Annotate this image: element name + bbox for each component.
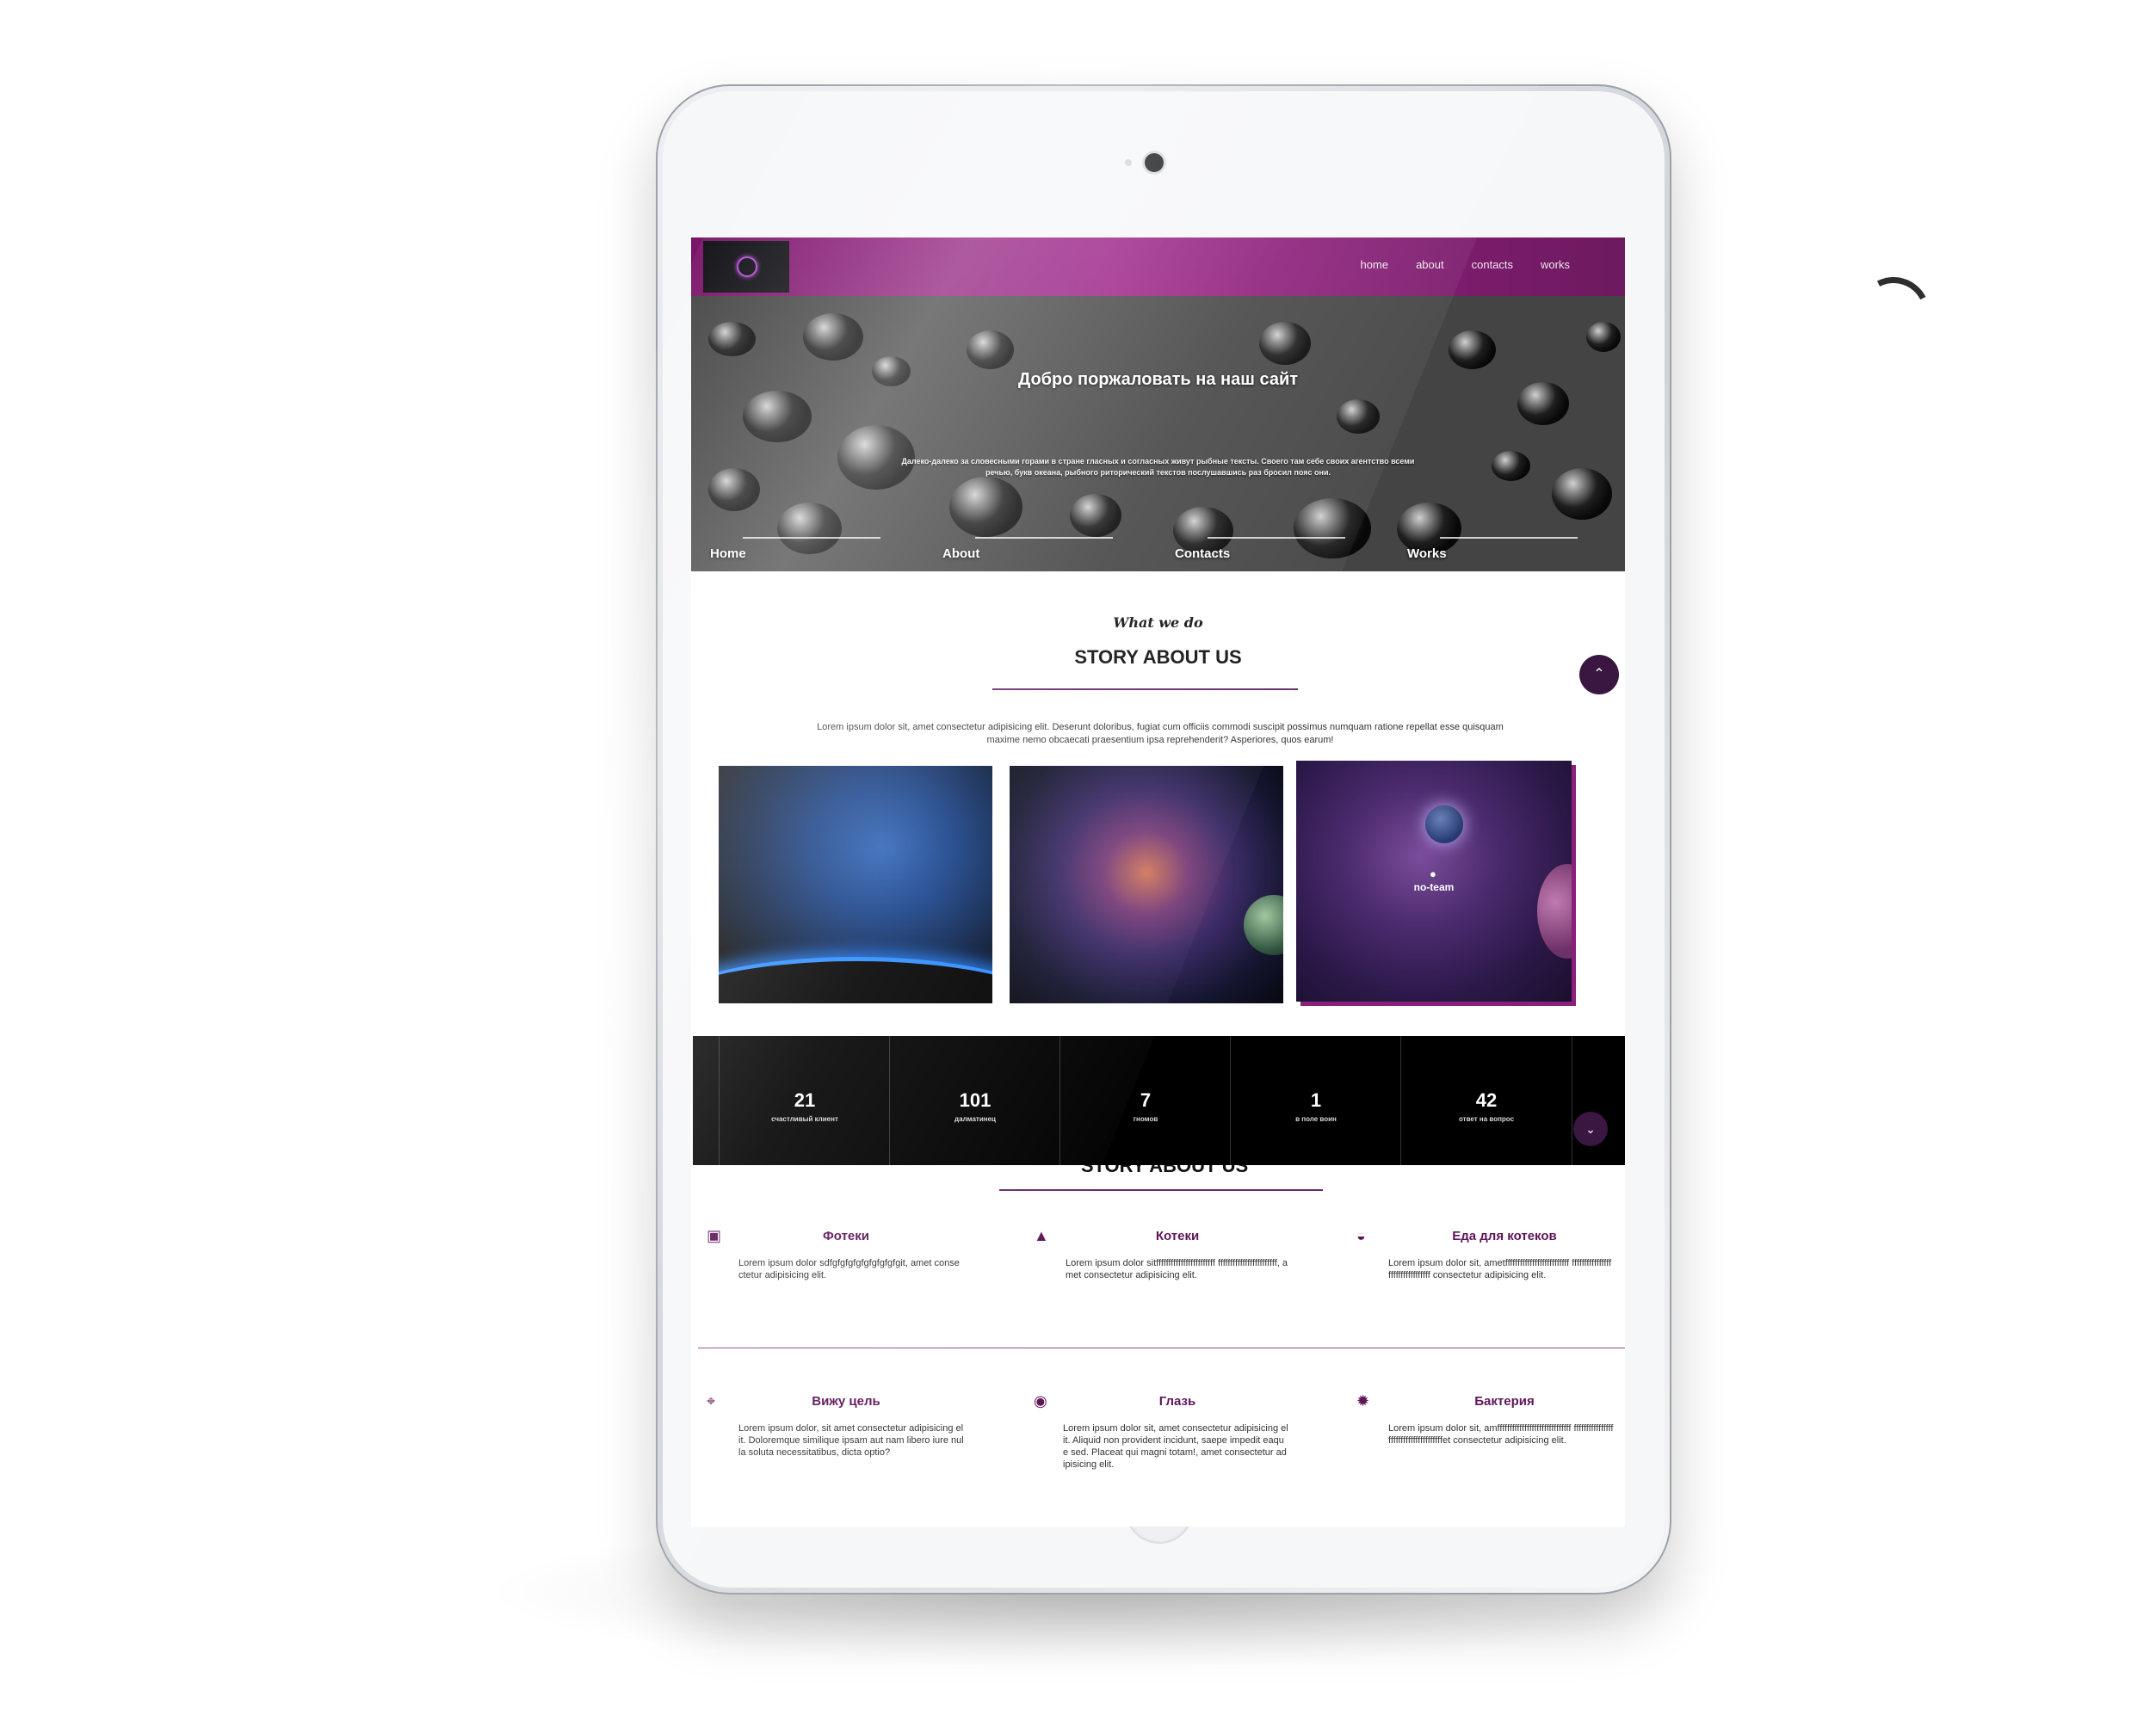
nav-menu: home about contacts works (1361, 258, 1570, 271)
chevron-down-icon: ⌄ (1585, 1122, 1596, 1136)
hero-tab-line (1208, 537, 1345, 539)
hero-tab-home[interactable]: Home (710, 546, 746, 561)
water-drop (708, 322, 756, 356)
navbar: home about contacts works (691, 237, 1625, 296)
feature-title-target: Вижу цель (812, 1394, 880, 1409)
feature-title-cat-food: Еда для котеков (1452, 1229, 1557, 1243)
nav-link-works[interactable]: works (1541, 258, 1570, 271)
stat-item: 21 счастливый клиент (719, 1036, 890, 1165)
scroll-down-button[interactable]: ⌄ (1573, 1112, 1608, 1146)
section2-title: STORY ABOUT US (1061, 1165, 1268, 1172)
scroll-up-button[interactable]: ⌃ (1579, 655, 1619, 694)
card-label: no-team (1413, 881, 1455, 893)
stat-label: в поле воин (1295, 1115, 1337, 1123)
nav-link-home[interactable]: home (1361, 258, 1389, 271)
feature-text-bacteria: Lorem ipsum dolor sit, amfffffffffffffff… (1388, 1423, 1614, 1446)
hero-tab-line (743, 537, 880, 539)
stat-number: 42 (1475, 1089, 1498, 1111)
intro-text: Lorem ipsum dolor sit, amet consectetur … (817, 722, 1504, 745)
water-drop (1337, 399, 1380, 434)
space-card-blue[interactable] (719, 766, 992, 1003)
nav-link-contacts[interactable]: contacts (1472, 258, 1513, 271)
stat-number: 21 (794, 1089, 816, 1111)
stat-label: далматинец (954, 1115, 996, 1123)
feature-title-bacteria: Бактерия (1474, 1394, 1535, 1409)
water-drop (949, 477, 1022, 537)
logo[interactable] (703, 241, 789, 293)
water-drop (708, 468, 760, 511)
planet (1537, 864, 1572, 959)
feature-title-eye: Глазь (1158, 1394, 1196, 1409)
planet (1425, 805, 1463, 843)
stat-label: гномов (1133, 1115, 1158, 1123)
hero-title: Добро поржаловать на наш сайт (1017, 370, 1299, 389)
water-drop (1492, 451, 1530, 481)
hero-tab-line (1440, 537, 1578, 539)
water-drop (777, 503, 842, 554)
cat-icon: ▲ (1034, 1227, 1049, 1244)
water-drop (967, 330, 1014, 369)
feature-text-eye: Lorem ipsum dolor sit, amet consectetur … (1063, 1423, 1288, 1470)
stat-item: 101 далматинец (889, 1036, 1060, 1165)
hero-tab-about[interactable]: About (942, 546, 979, 561)
user-icon: ● (1430, 867, 1436, 880)
feature-text-cats: Lorem ipsum dolor sitfffffffffffffffffff… (1066, 1258, 1288, 1280)
hero-tab-contacts[interactable]: Contacts (1175, 546, 1230, 561)
stat-item: 7 гномов (1059, 1036, 1231, 1165)
hero-tab-works[interactable]: Works (1407, 546, 1447, 561)
hero-tab-line (975, 537, 1113, 539)
space-card-nebula[interactable] (1010, 766, 1283, 1003)
website-screen: home about contacts works Добро поржалов… (691, 237, 1625, 1527)
stat-number: 7 (1140, 1089, 1152, 1111)
stat-number: 101 (959, 1089, 992, 1111)
space-card-team[interactable]: ● no-team (1296, 761, 1572, 1002)
chevron-up-icon: ⌃ (1593, 667, 1605, 682)
eye-icon: ◉ (1034, 1392, 1047, 1409)
feature-title-cats: Котеки (1155, 1229, 1200, 1243)
earth-horizon (719, 957, 992, 1003)
front-camera (1145, 153, 1164, 172)
water-drop (1259, 322, 1311, 365)
section2-underline (999, 1189, 1323, 1191)
water-drop (1294, 498, 1371, 558)
feature-title-photos: Фотеки (822, 1229, 869, 1243)
decorative-arc (1848, 268, 1939, 359)
crosshair-icon: ⌖ (707, 1392, 716, 1409)
water-drop (1070, 494, 1121, 537)
hero-text: Далеко-далеко за словесными горами в стр… (901, 457, 1415, 477)
section-subtitle: What we do (1113, 614, 1203, 631)
title-underline (992, 688, 1298, 690)
camera-icon: ▣ (707, 1227, 722, 1244)
stat-item: 42 ответ на вопрос (1400, 1036, 1572, 1165)
proximity-sensor (1125, 159, 1132, 166)
water-drop (1586, 322, 1621, 352)
stat-label: счастливый клиент (771, 1115, 838, 1123)
section2-title-wrap: STORY ABOUT US (1061, 1165, 1268, 1172)
stat-label: ответ на вопрос (1458, 1115, 1515, 1123)
bowl-icon: ◒ (1356, 1227, 1366, 1244)
logo-ring-icon (737, 256, 757, 277)
nav-link-about[interactable]: about (1416, 258, 1444, 271)
bacteria-icon: ✹ (1356, 1392, 1370, 1409)
water-drop (1552, 468, 1612, 520)
stat-number: 1 (1310, 1089, 1322, 1111)
water-drop (1449, 330, 1496, 369)
water-drop (743, 391, 812, 442)
planet (1244, 895, 1283, 955)
stat-item: 1 в поле воин (1230, 1036, 1401, 1165)
hero-banner: Добро поржаловать на наш сайт Далеко-дал… (691, 296, 1625, 571)
feature-text-cat-food: Lorem ipsum dolor sit, ametfffffffffffff… (1388, 1258, 1612, 1280)
stats-bar: 21 счастливый клиент 101 далматинец 7 гн… (693, 1036, 1625, 1165)
feature-text-target: Lorem ipsum dolor, sit amet consectetur … (738, 1423, 964, 1458)
feature-text-photos: Lorem ipsum dolor sdfgfgfgfgfgfgfgfgfgit… (738, 1258, 960, 1280)
section-title: STORY ABOUT US (1074, 646, 1242, 668)
water-drop (803, 313, 863, 361)
